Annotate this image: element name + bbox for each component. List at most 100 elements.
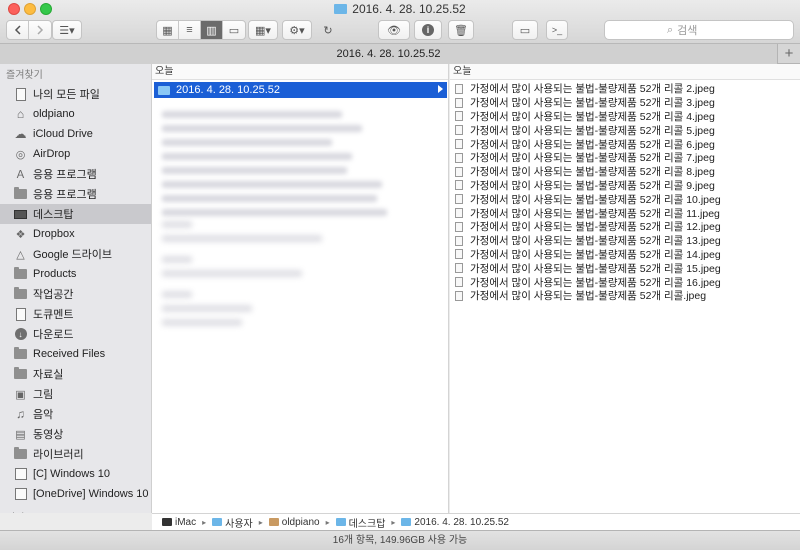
file-row[interactable]: 가정에서 많이 사용되는 불법-불량제품 52개 리콜 16.jpeg [455, 275, 795, 289]
selected-folder-row[interactable]: 2016. 4. 28. 10.25.52 [154, 82, 447, 98]
search-icon: ⌕ [667, 23, 674, 36]
breadcrumb-label: 2016. 4. 28. 10.25.52 [414, 516, 509, 528]
forward-button[interactable] [29, 21, 51, 39]
breadcrumb-label: 데스크탑 [348, 518, 386, 530]
folder-icon [14, 187, 27, 201]
sidebar-item-label: 데스크탑 [33, 209, 74, 221]
file-row[interactable]: 가정에서 많이 사용되는 불법-불량제품 52개 리콜 5.jpeg [455, 123, 795, 137]
sidebar-item[interactable]: ♫ 음악 [0, 404, 151, 424]
breadcrumb-item[interactable]: 2016. 4. 28. 10.25.52 [401, 517, 509, 528]
back-button[interactable] [7, 21, 29, 39]
file-row[interactable]: 가정에서 많이 사용되는 불법-불량제품 52개 리콜 15.jpeg [455, 261, 795, 275]
file-row[interactable]: 가정에서 많이 사용되는 불법-불량제품 52개 리콜 3.jpeg [455, 96, 795, 110]
sidebar-favorites-header: 즐겨찾기 [6, 70, 43, 81]
sidebar-item[interactable]: 라이브러리 [0, 444, 151, 464]
arrange-button[interactable]: ☰▾ [52, 20, 82, 40]
sidebar-item[interactable]: ◎ AirDrop [0, 144, 151, 164]
sidebar-item-label: iCloud Drive [33, 128, 93, 140]
file-row[interactable]: 가정에서 많이 사용되는 불법-불량제품 52개 리콜 8.jpeg [455, 165, 795, 179]
terminal-button[interactable]: >_ [546, 20, 568, 40]
sidebar-item[interactable]: Products [0, 264, 151, 284]
column-view-button[interactable]: ▥ [201, 21, 223, 39]
file-row[interactable]: 가정에서 많이 사용되는 불법-불량제품 52개 리콜 9.jpeg [455, 179, 795, 193]
quick-look-button[interactable]: 👁 [378, 20, 410, 40]
group-button[interactable]: ▦▾ [248, 20, 278, 40]
folder-icon [14, 347, 27, 361]
file-name: 가정에서 많이 사용되는 불법-불량제품 52개 리콜 6.jpeg [470, 138, 715, 151]
file-row[interactable]: 가정에서 많이 사용되는 불법-불량제품 52개 리콜 13.jpeg [455, 234, 795, 248]
sidebar-item-label: AirDrop [33, 148, 71, 160]
folder-icon [401, 518, 412, 526]
music-icon: ♫ [16, 407, 25, 421]
list-arrange-icon: ☰▾ [59, 24, 75, 37]
file-row[interactable]: 가정에서 많이 사용되는 불법-불량제품 52개 리콜 10.jpeg [455, 192, 795, 206]
sidebar-item[interactable]: [C] Windows 10 [0, 464, 151, 484]
sidebar-item[interactable]: ☁ iCloud Drive [0, 124, 151, 144]
sidebar-item[interactable]: Ａ 응용 프로그램 [0, 164, 151, 184]
sidebar-item[interactable]: 작업공간 [0, 284, 151, 304]
chevron-right-icon: ▸ [202, 517, 207, 527]
file-row[interactable]: 가정에서 많이 사용되는 불법-불량제품 52개 리콜 14.jpeg [455, 248, 795, 262]
sidebar-favorites-list: 나의 모든 파일 ⌂ oldpiano ☁ iCloud Drive ◎ AirDrop Ａ 응… [0, 84, 151, 504]
file-row[interactable]: 가정에서 많이 사용되는 불법-불량제품 52개 리콜 4.jpeg [455, 110, 795, 124]
gear-icon: ⚙▾ [289, 24, 305, 37]
sidebar-item[interactable]: ▣ 그림 [0, 384, 151, 404]
refresh-button[interactable]: ↻ [318, 20, 338, 40]
file-name: 가정에서 많이 사용되는 불법-불량제품 52개 리콜 2.jpeg [470, 83, 715, 96]
jpeg-file-icon [455, 125, 463, 136]
sidebar-item[interactable]: △ Google 드라이브 [0, 244, 151, 264]
sidebar-item-label: 동영상 [33, 429, 64, 441]
path-bar: iMac ▸ 사용자 ▸ oldpiano ▸ 데스크탑 ▸ 2016. 4. 28. 10.2… [152, 513, 800, 530]
home-icon [268, 518, 279, 526]
sidebar-item[interactable]: 응용 프로그램 [0, 184, 151, 204]
imac-icon [162, 518, 172, 526]
action-button[interactable]: ⚙▾ [282, 20, 312, 40]
breadcrumb-item[interactable]: 사용자 [212, 515, 253, 530]
sidebar-item[interactable]: 데스크탑 [0, 204, 151, 224]
sidebar-item-label: [C] Windows 10 [33, 468, 111, 480]
file-row[interactable]: 가정에서 많이 사용되는 불법-불량제품 52개 리콜 6.jpeg [455, 137, 795, 151]
sidebar-item-label: 작업공간 [33, 289, 74, 301]
sidebar-item[interactable]: ▤ 동영상 [0, 424, 151, 444]
disk-icon [14, 488, 27, 501]
sidebar-item[interactable]: 자료실 [0, 364, 151, 384]
sidebar-item[interactable]: [OneDrive] Windows 10 [0, 484, 151, 504]
sidebar-item[interactable]: ⌂ oldpiano [0, 104, 151, 124]
new-folder-button[interactable]: ▭ [512, 20, 538, 40]
sidebar-item-label: 자료실 [33, 369, 64, 381]
cloud-icon: ☁ [14, 127, 27, 141]
icon-view-button[interactable]: ▦ [157, 21, 179, 39]
airdrop-icon: ◎ [15, 148, 26, 161]
file-name: 가정에서 많이 사용되는 불법-불량제품 52개 리콜 3.jpeg [470, 97, 715, 110]
downloads-icon: ↓ [14, 328, 27, 341]
sidebar-devices-header: 기기 [0, 510, 151, 513]
jpeg-file-icon [455, 221, 463, 232]
breadcrumb-item[interactable]: iMac [162, 517, 196, 528]
sidebar-item[interactable]: 도큐멘트 [0, 304, 151, 324]
tab-current[interactable]: 2016. 4. 28. 10.25.52 [0, 44, 778, 64]
file-row[interactable]: 가정에서 많이 사용되는 불법-불량제품 52개 리콜 7.jpeg [455, 151, 795, 165]
jpeg-file-icon [455, 152, 463, 163]
search-field[interactable]: ⌕ 검색 [604, 20, 794, 40]
file-row[interactable]: 가정에서 많이 사용되는 불법-불량제품 52개 리콜 11.jpeg [455, 206, 795, 220]
get-info-button[interactable]: i [414, 20, 442, 40]
applications-icon: Ａ [15, 169, 26, 181]
breadcrumb-item[interactable]: oldpiano [268, 517, 320, 528]
list-view-button[interactable]: ≡ [179, 21, 201, 39]
new-tab-button[interactable]: + [778, 44, 800, 64]
sidebar-item[interactable]: 나의 모든 파일 [0, 84, 151, 104]
trash-button[interactable]: 🗑 [448, 20, 474, 40]
sidebar-item[interactable]: ❖ Dropbox [0, 224, 151, 244]
file-row[interactable]: 가정에서 많이 사용되는 불법-불량제품 52개 리콜 2.jpeg [455, 82, 795, 96]
file-name: 가정에서 많이 사용되는 불법-불량제품 52개 리콜 12.jpeg [470, 221, 721, 234]
desktop-icon [14, 208, 27, 221]
breadcrumb-item[interactable]: 데스크탑 [335, 515, 386, 530]
file-row[interactable]: 가정에서 많이 사용되는 불법-불량제품 52개 리콜.jpeg [455, 289, 795, 303]
sidebar-item[interactable]: ↓ 다운로드 [0, 324, 151, 344]
sidebar-item[interactable]: Received Files [0, 344, 151, 364]
blurred-content [162, 104, 392, 223]
cover-flow-view-button[interactable]: ▭ [223, 21, 245, 39]
file-row[interactable]: 가정에서 많이 사용되는 불법-불량제품 52개 리콜 12.jpeg [455, 220, 795, 234]
terminal-icon: >_ [551, 25, 563, 35]
jpeg-file-icon [455, 83, 463, 94]
